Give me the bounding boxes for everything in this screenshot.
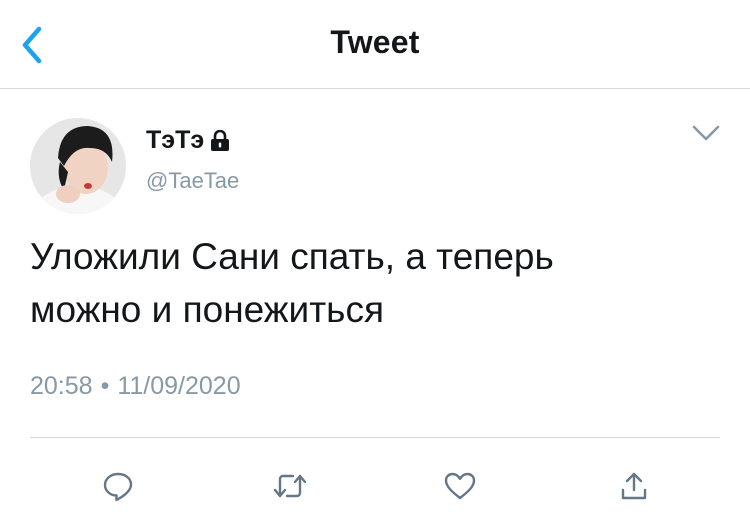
chevron-down-icon — [692, 125, 720, 141]
timestamp-separator: • — [100, 372, 110, 400]
retweet-icon — [273, 474, 307, 498]
more-options-button[interactable] — [688, 118, 724, 148]
share-button[interactable] — [606, 458, 662, 514]
tweet-text: Уложили Сани спать, а теперь можно и пон… — [30, 236, 554, 330]
author-name[interactable]: ТэТэ — [146, 126, 230, 155]
avatar[interactable] — [30, 118, 126, 214]
divider — [30, 437, 720, 438]
share-icon — [621, 472, 647, 500]
reply-button[interactable] — [90, 458, 146, 514]
tweet-actions — [0, 458, 750, 514]
header-bar: Tweet — [0, 0, 750, 89]
lock-icon — [211, 129, 230, 151]
author-handle[interactable]: @TaeTae — [146, 168, 239, 194]
avatar-image — [30, 118, 126, 214]
author-name-text: ТэТэ — [146, 126, 205, 154]
page-title: Tweet — [330, 24, 420, 60]
tweet-time: 20:58 — [30, 372, 93, 400]
tweet-timestamp: 20:58 • 11/09/2020 — [30, 372, 241, 401]
heart-icon — [444, 472, 476, 500]
reply-icon — [103, 472, 133, 502]
retweet-button[interactable] — [262, 458, 318, 514]
like-button[interactable] — [432, 458, 488, 514]
tweet-date: 11/09/2020 — [117, 372, 241, 400]
